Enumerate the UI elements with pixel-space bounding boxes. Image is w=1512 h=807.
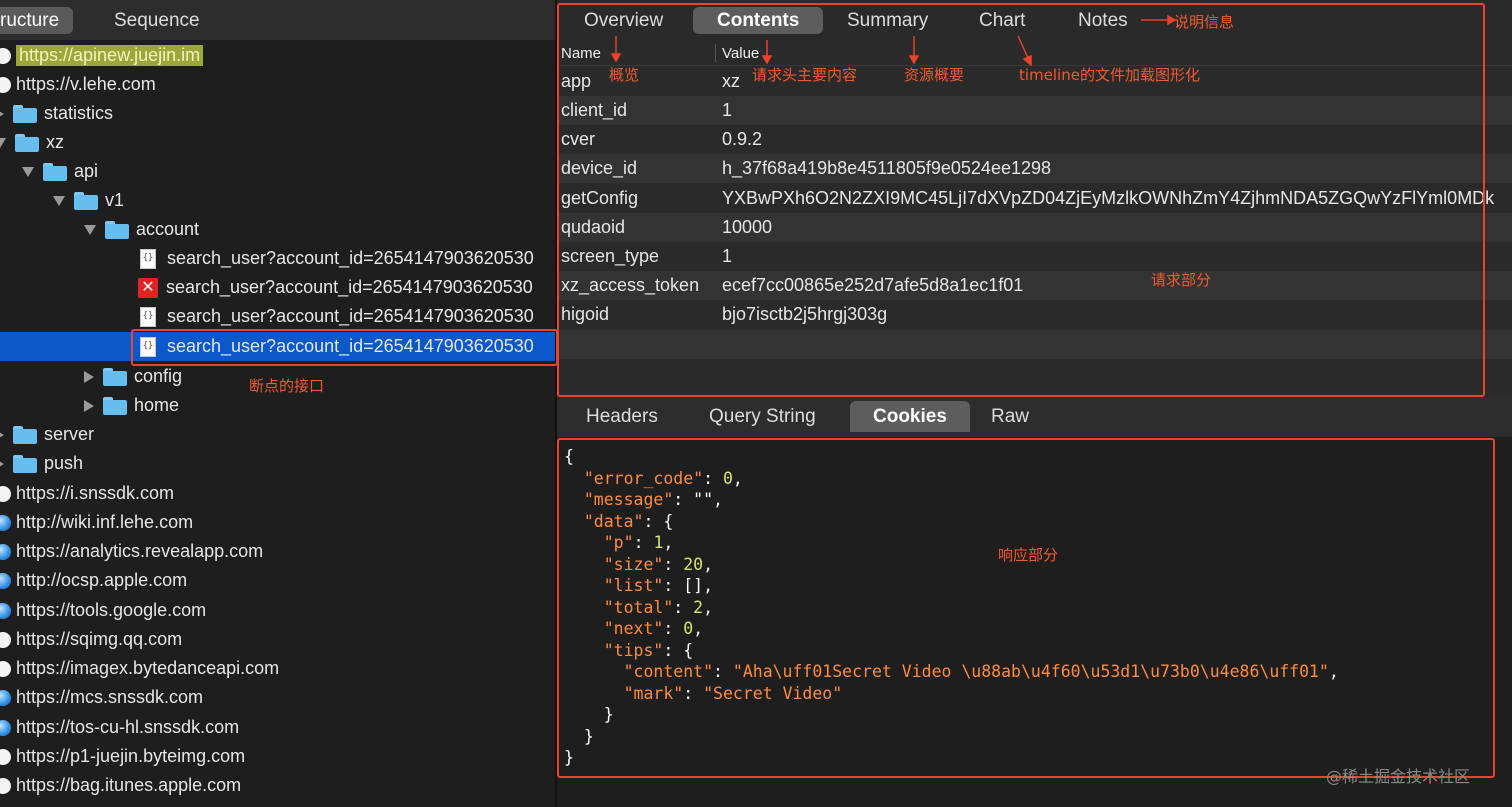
arrow-down-icon	[908, 55, 920, 65]
arrow-down-icon	[761, 55, 773, 65]
annotation-contents: 请求头主要内容	[752, 66, 858, 84]
annotation-overview: 概览	[609, 66, 640, 84]
annotation-response: 响应部分	[998, 546, 1059, 564]
annotation-breakpoint: 断点的接口	[249, 377, 325, 395]
annotation-summary: 资源概要	[904, 66, 965, 84]
annotation-notes: 说明信息	[1174, 13, 1235, 31]
annotation-chart: timeline的文件加载图形化	[1019, 66, 1200, 84]
annotation-arrows	[610, 14, 1177, 67]
annotation-request: 请求部分	[1151, 271, 1212, 289]
arrow-down-icon	[610, 53, 622, 63]
watermark: @稀土掘金技术社区	[1326, 767, 1471, 786]
